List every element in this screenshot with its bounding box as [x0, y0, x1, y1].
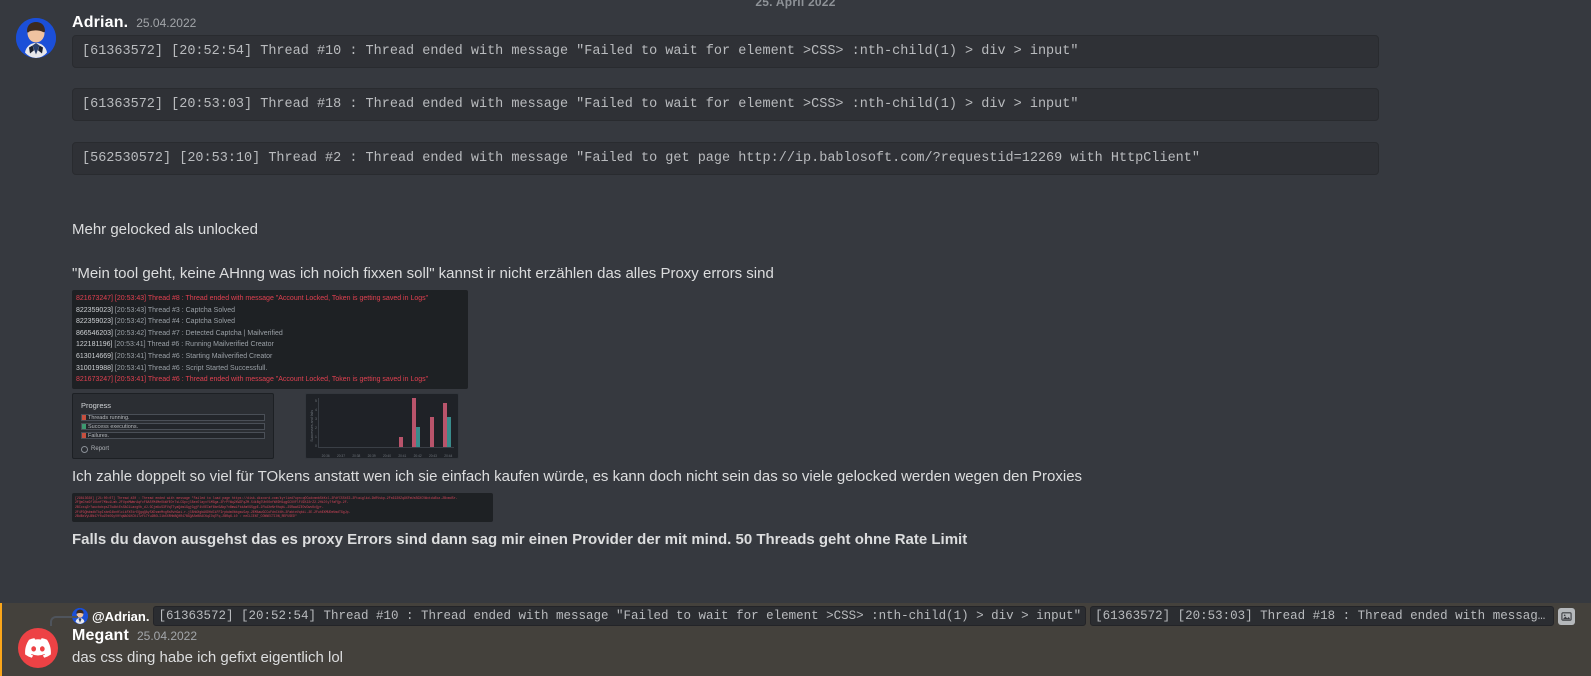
- message-author[interactable]: Adrian.: [72, 14, 128, 32]
- message-line-2: "Mein tool geht, keine AHnng was ich noi…: [72, 265, 774, 282]
- message-line-3: Ich zahle doppelt so viel für TOkens ans…: [72, 467, 1083, 485]
- progress-bar-threads: Threads running.: [81, 413, 265, 421]
- reply-snippet-group: [61363572] [20:52:54] Thread #10 : Threa…: [153, 606, 1554, 626]
- progress-bar-success: Success executions.: [81, 422, 265, 430]
- chart-x-tick: 20:37: [337, 453, 345, 458]
- chart-bar: [446, 417, 451, 447]
- chart-y-axis-label: Successes and fails: [310, 410, 314, 443]
- dashboard-panels: Progress Threads running. Success execut…: [72, 392, 1575, 459]
- red-log-screenshot[interactable]: [29813028] [21:00:07] Thread #20 : Threa…: [72, 492, 493, 522]
- report-label: Report: [91, 446, 110, 453]
- chart-bar: [429, 417, 434, 447]
- chart-bar-group: [334, 398, 349, 447]
- code-block-2: [61363572] [20:53:03] Thread #18 : Threa…: [72, 88, 1379, 121]
- stats-chart-panel: Successes and fails 543210 20:36 20:37 20:…: [305, 392, 459, 459]
- message-body: das css ding habe ich gefixt eigentlich …: [72, 649, 343, 666]
- chart-bar-group: [439, 398, 454, 447]
- reply-author[interactable]: @Adrian.: [92, 609, 149, 624]
- code-block-3: [562530572] [20:53:10] Thread #2 : Threa…: [72, 142, 1379, 175]
- discord-chat-view: 25. April 2022 Adrian. 25.04.2022 [61363…: [0, 0, 1591, 676]
- chart-bar-group: [379, 398, 394, 447]
- log-line: 310019988] [20:53:41] Thread #6 : Script…: [76, 364, 268, 372]
- log-line: 866546203] [20:53:42] Thread #7 : Detect…: [76, 329, 283, 337]
- report-button[interactable]: Report: [81, 445, 110, 453]
- log-line: 821673247] [20:53:43] Thread #8 : Thread…: [76, 295, 429, 302]
- reply-code-snippet-1: [61363572] [20:52:54] Thread #10 : Threa…: [153, 606, 1087, 626]
- mention-message-block: @Adrian. [61363572] [20:52:54] Thread #1…: [0, 603, 1591, 676]
- avatar[interactable]: [18, 628, 58, 668]
- log-line: 822359023] [20:53:42] Thread #4 : Captch…: [76, 318, 236, 326]
- log-line: 822359023] [20:53:43] Thread #3 : Captch…: [76, 306, 236, 314]
- reply-preview[interactable]: @Adrian. [61363572] [20:52:54] Thread #1…: [50, 603, 1575, 626]
- chart-x-tick: 20:42: [413, 453, 422, 458]
- progress-bar-failures-label: Failures.: [88, 432, 110, 439]
- progress-bar-success-label: Success executions.: [88, 423, 139, 430]
- chart-bar-group: [364, 398, 379, 447]
- red-log-line: 2BdBxVyLBN47f0uZ0tOGyV0YqWAO1KCK1TzF17Yu…: [75, 514, 297, 519]
- chart-y-tick: 5: [315, 398, 317, 403]
- image-attachment-icon[interactable]: [1558, 607, 1575, 625]
- chart-y-ticks: 5 4 3 2 1 0: [315, 398, 317, 455]
- progress-title: Progress: [81, 400, 112, 410]
- chart-bar-group: [424, 398, 439, 447]
- log-screenshot[interactable]: 821673247] [20:53:43] Thread #8 : Thread…: [72, 290, 468, 389]
- chart-y-tick: 3: [315, 416, 317, 421]
- chart-x-tick: 20:39: [367, 453, 376, 458]
- chart-x-tick: 20:43: [428, 453, 437, 458]
- chart-x-tick: 20:40: [382, 453, 391, 458]
- message-adrian: Adrian. 25.04.2022 [61363572] [20:52:54]…: [0, 0, 1591, 550]
- message-timestamp: 25.04.2022: [136, 16, 197, 30]
- reply-code-snippet-2: [61363572] [20:53:03] Thread #18 : Threa…: [1090, 606, 1554, 626]
- avatar[interactable]: [16, 18, 56, 58]
- chart-bar-group: [319, 398, 334, 447]
- chart-y-tick: 1: [315, 434, 317, 439]
- chart-y-tick: 0: [315, 443, 317, 448]
- log-screenshot-embed[interactable]: 821673247] [20:53:43] Thread #8 : Thread…: [72, 290, 1575, 459]
- message-header: Adrian. 25.04.2022: [72, 2, 1575, 31]
- info-circle-icon: [81, 445, 88, 453]
- progress-bar-threads-label: Threads running.: [88, 414, 130, 421]
- log-line: 821673247] [20:53:41] Thread #6 : Thread…: [76, 376, 429, 384]
- message-timestamp: 25.04.2022: [136, 629, 198, 643]
- red-log-embed[interactable]: [29813028] [21:00:07] Thread #20 : Threa…: [72, 492, 1575, 522]
- chart-y-tick: 2: [315, 425, 317, 430]
- chart-x-tick: 20:41: [398, 453, 407, 458]
- chart-x-tick: 20:38: [352, 453, 361, 458]
- chart-bar-group: [349, 398, 364, 447]
- chart-x-tick: 20:44: [444, 453, 453, 458]
- message-megant: Megant 25.04.2022 das css ding habe ich …: [18, 625, 1575, 668]
- chart-bar: [416, 427, 421, 447]
- code-block-1: [61363572] [20:52:54] Thread #10 : Threa…: [72, 35, 1379, 68]
- message-line-4: Falls du davon ausgehst das es proxy Err…: [72, 530, 968, 548]
- progress-bar-failures: Failures.: [81, 431, 265, 439]
- message-header: Megant 25.04.2022: [72, 627, 1575, 648]
- progress-panel: Progress Threads running. Success execut…: [72, 392, 274, 459]
- chart-x-ticks: 20:36 20:37 20:38 20:39 20:40 20:41 20:42 20:43…: [318, 454, 456, 458]
- log-line: 613014669] [20:53:41] Thread #6 : Starti…: [76, 352, 273, 360]
- message-author[interactable]: Megant: [72, 627, 129, 645]
- chart-bar-group: [394, 398, 409, 447]
- chart-x-tick: 20:36: [321, 453, 330, 458]
- chart-plot-area: [317, 397, 454, 448]
- log-line: 122181196] [20:53:41] Thread #6 : Runnin…: [76, 341, 274, 349]
- message-line-1: Mehr gelocked als unlocked: [72, 221, 258, 238]
- chart-bar-group: [409, 397, 424, 447]
- chart-y-tick: 4: [315, 407, 317, 412]
- chart-bar: [399, 436, 404, 447]
